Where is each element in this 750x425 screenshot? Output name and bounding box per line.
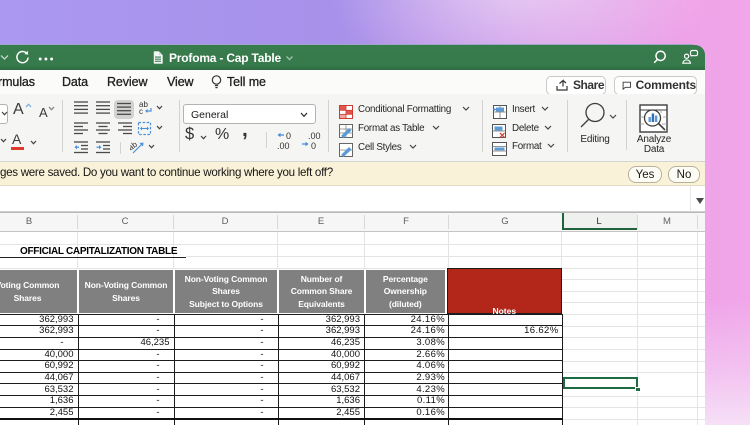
svg-text:.00: .00	[308, 131, 321, 141]
svg-text:0: 0	[286, 131, 291, 141]
svg-text:c: c	[139, 107, 143, 115]
svg-text:.00: .00	[277, 141, 290, 150]
svg-text:0: 0	[311, 141, 316, 150]
